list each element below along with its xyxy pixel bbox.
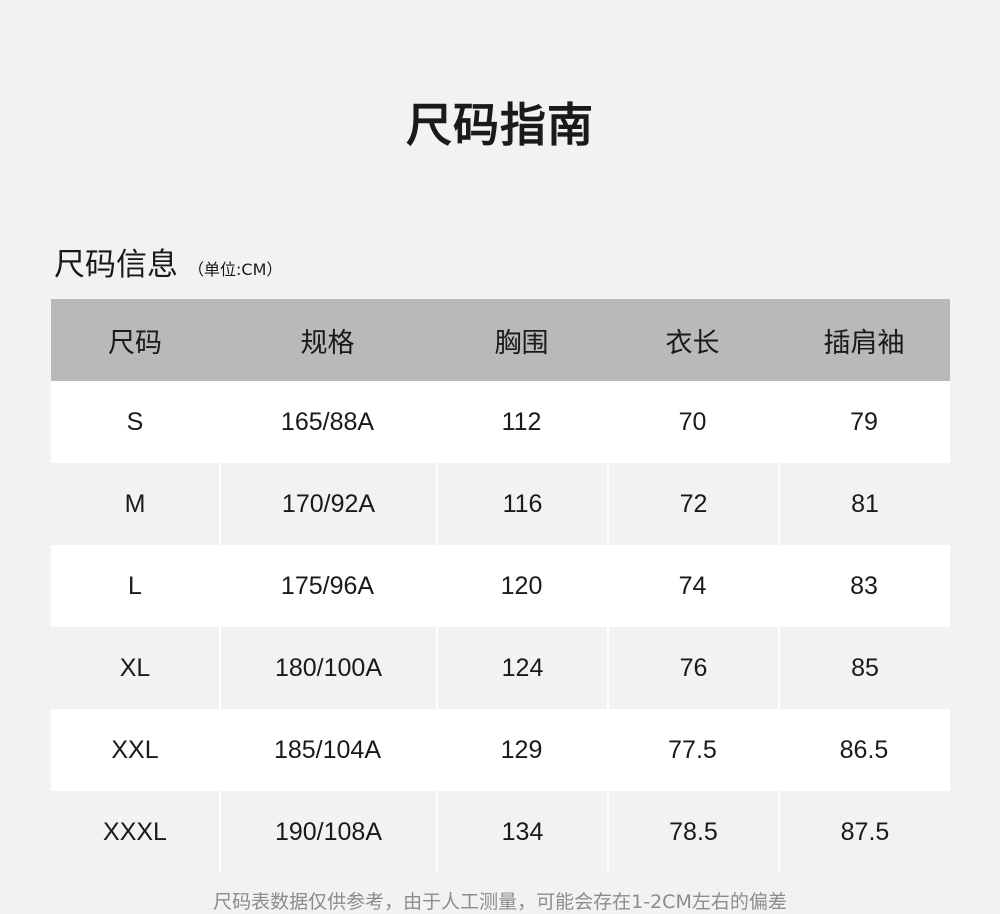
- table-header-row: 尺码 规格 胸围 衣长 插肩袖: [51, 299, 950, 381]
- table-row: XL 180/100A 124 76 85: [51, 627, 950, 709]
- cell-chest: 129: [500, 735, 543, 764]
- table-row: XXL 185/104A 129 77.5 86.5: [51, 709, 950, 791]
- table-row: S 165/88A 112 70 79: [51, 381, 950, 463]
- cell-spec: 175/96A: [280, 571, 375, 600]
- header-length: 衣长: [665, 327, 720, 359]
- cell-size: XXL: [111, 735, 159, 764]
- cell-sleeve: 86.5: [839, 735, 889, 764]
- cell-length: 78.5: [607, 791, 778, 873]
- cell-length: 77.5: [668, 735, 717, 764]
- unit-label: （单位:CM）: [188, 260, 283, 279]
- header-sleeve: 插肩袖: [823, 327, 905, 359]
- cell-length: 70: [678, 407, 707, 436]
- cell-size: XL: [119, 653, 151, 682]
- cell-size: L: [128, 571, 142, 600]
- table-row: XXXL 190/108A 134 78.5 87.5: [51, 791, 950, 873]
- cell-length: 76: [607, 627, 778, 709]
- footnote-disclaimer: 尺码表数据仅供参考，由于人工测量，可能会存在1-2CM左右的偏差: [213, 891, 787, 913]
- cell-length: 74: [678, 571, 707, 600]
- cell-size: M: [124, 489, 146, 518]
- table-row: M 170/92A 116 72 81: [51, 463, 950, 545]
- cell-sleeve: 79: [850, 407, 878, 436]
- cell-spec: 180/100A: [219, 627, 436, 709]
- cell-length: 72: [607, 463, 778, 545]
- cell-spec: 185/104A: [273, 735, 382, 764]
- cell-chest: 120: [500, 571, 543, 600]
- cell-sleeve: 85: [778, 627, 950, 709]
- size-guide-page: 尺码指南 尺码信息 （单位:CM） 尺码 规格 胸围 衣长 插肩袖 S 165/…: [0, 0, 1000, 914]
- cell-spec: 190/108A: [219, 791, 436, 873]
- cell-chest: 134: [436, 791, 607, 873]
- section-heading: 尺码信息 （单位:CM）: [54, 243, 282, 287]
- size-table: 尺码 规格 胸围 衣长 插肩袖 S 165/88A 112 70 79 M 17…: [51, 299, 950, 873]
- cell-size: S: [126, 407, 144, 436]
- cell-chest: 124: [436, 627, 607, 709]
- table-row: L 175/96A 120 74 83: [51, 545, 950, 627]
- page-title: 尺码指南: [406, 98, 594, 152]
- header-chest: 胸围: [494, 327, 549, 359]
- header-spec: 规格: [300, 327, 355, 359]
- cell-size: XXXL: [103, 817, 167, 846]
- section-title: 尺码信息: [54, 247, 178, 283]
- cell-chest: 112: [501, 407, 542, 436]
- cell-sleeve: 87.5: [778, 791, 950, 873]
- cell-spec: 165/88A: [280, 407, 375, 436]
- header-size: 尺码: [108, 327, 162, 359]
- cell-spec: 170/92A: [219, 463, 436, 545]
- cell-chest: 116: [436, 463, 607, 545]
- cell-sleeve: 83: [850, 571, 878, 600]
- cell-sleeve: 81: [778, 463, 950, 545]
